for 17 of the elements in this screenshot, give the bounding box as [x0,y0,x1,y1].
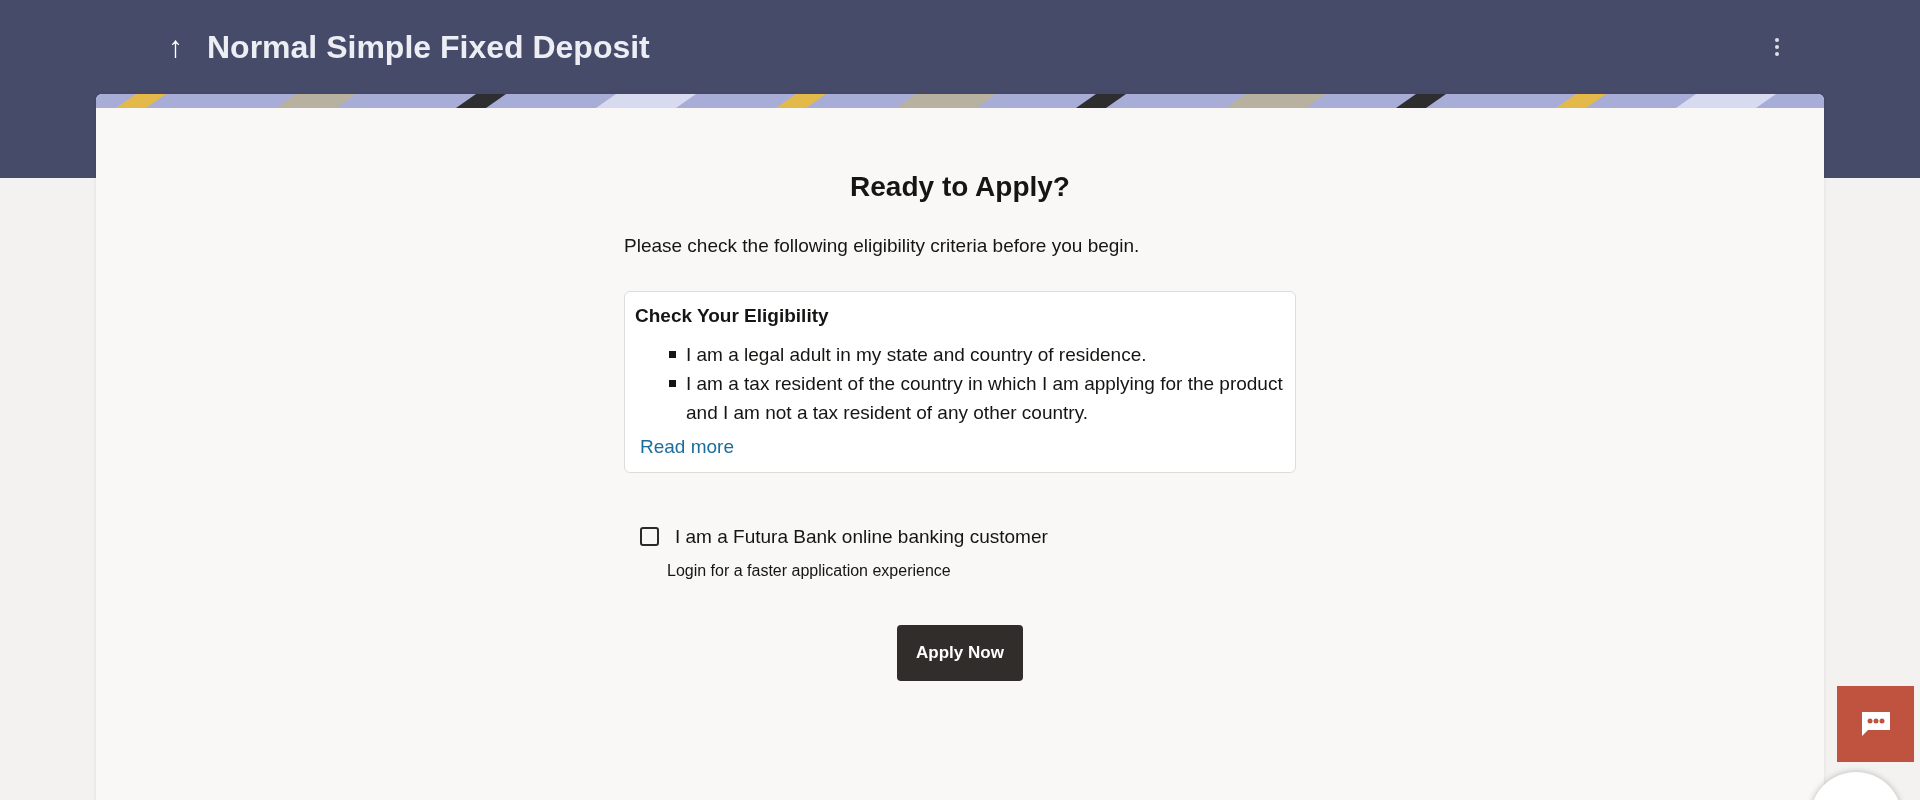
checkbox-label: I am a Futura Bank online banking customer [675,524,1048,549]
apply-now-button[interactable]: Apply Now [897,625,1023,681]
bullet-icon [669,351,676,358]
more-menu-icon[interactable] [1774,37,1780,57]
bullet-icon [669,380,676,387]
heading: Ready to Apply? [849,170,1071,204]
chat-button[interactable] [1837,686,1914,762]
card-title: Check Your Eligibility [635,303,830,328]
intro-text: Please check the following eligibility criteria before you begin. [624,234,1141,258]
criteria-text: I am a tax resident of the country in which I am applying for the product and I am not a tax resident of any other country. [686,372,1284,425]
back-arrow-button[interactable]: ↑ [168,32,183,62]
chat-icon [1859,710,1892,738]
read-more-link[interactable]: Read more [640,436,734,457]
criteria-text: I am a legal adult in my state and country of residence. [686,343,1147,367]
page-title: Normal Simple Fixed Deposit [207,28,650,67]
hint-text: Login for a faster application experience [667,561,952,581]
checkbox[interactable] [640,527,659,547]
